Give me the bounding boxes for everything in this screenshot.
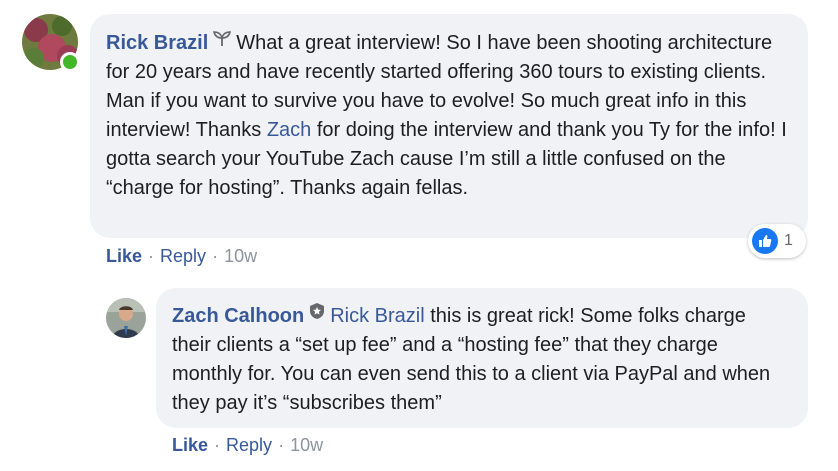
comment-text: Rick Brazil What a great interview! So I … [106,29,788,203]
avatar-photo [106,298,146,338]
separator-dot: · [278,435,285,455]
separator-dot: · [212,246,219,266]
separator-dot: · [148,246,155,266]
comment-actions: Like · Reply · 10w [106,246,257,267]
reply-button[interactable]: Reply [226,435,272,455]
separator-dot: · [214,435,221,455]
like-button[interactable]: Like [172,435,208,455]
mention-link-rick[interactable]: Rick Brazil [330,305,424,327]
comment-timestamp[interactable]: 10w [224,246,257,266]
reply-bubble: Zach Calhoon Rick Brazil this is great ri… [156,288,808,428]
online-status-indicator [60,52,80,72]
reply-author-name[interactable]: Zach Calhoon [172,305,304,327]
reply-button[interactable]: Reply [160,246,206,266]
reply-text: Zach Calhoon Rick Brazil this is great ri… [172,302,788,418]
reaction-summary[interactable]: 1 [748,224,806,258]
sprout-icon [212,27,232,56]
avatar-zach[interactable] [106,298,146,338]
shield-star-icon [308,300,326,329]
comment-author-name[interactable]: Rick Brazil [106,32,208,54]
comment-bubble: Rick Brazil What a great interview! So I … [90,14,808,238]
reply-actions: Like · Reply · 10w [172,435,323,456]
thumbs-up-icon [752,228,778,254]
reaction-count: 1 [784,232,793,249]
like-button[interactable]: Like [106,246,142,266]
reply-timestamp[interactable]: 10w [290,435,323,455]
mention-link-zach[interactable]: Zach [267,119,311,141]
